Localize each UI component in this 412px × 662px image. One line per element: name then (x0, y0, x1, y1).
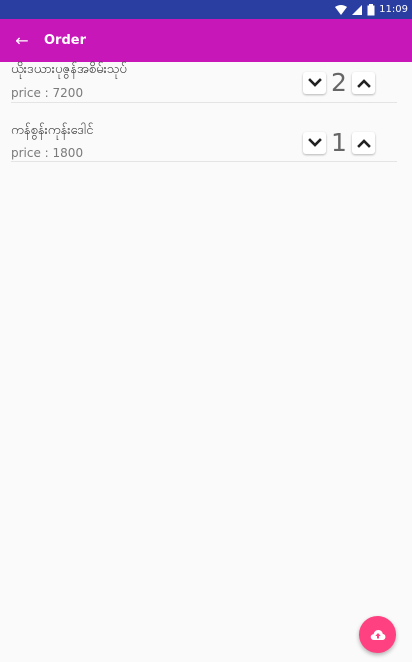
battery-icon (367, 3, 375, 16)
item-price: price : 7200 (11, 86, 84, 100)
status-icons: 11:09 (335, 0, 408, 19)
signal-icon (351, 4, 363, 16)
decrement-button[interactable] (303, 132, 326, 154)
quantity-stepper: 1 (303, 130, 375, 156)
app-bar: ← Order (0, 19, 412, 62)
chevron-up-icon (356, 139, 371, 148)
status-bar: 11:09 (0, 0, 412, 19)
chevron-down-icon (307, 78, 322, 87)
wifi-icon (335, 4, 348, 16)
quantity-stepper: 2 (303, 70, 375, 96)
order-item: ယိုးဒယားပုဇွန်အစိမ်းသုပ် price : 7200 2 (0, 62, 412, 103)
item-price: price : 1800 (11, 146, 84, 160)
divider (11, 102, 397, 103)
item-name: ကန်စွန်းကုန်းဒေါင် (11, 123, 94, 138)
quantity-value: 1 (331, 128, 347, 157)
page-title: Order (44, 33, 86, 48)
back-arrow-icon: ← (15, 30, 29, 50)
divider (11, 161, 397, 162)
status-time: 11:09 (379, 4, 408, 15)
increment-button[interactable] (352, 72, 375, 94)
back-button[interactable]: ← (0, 19, 44, 62)
chevron-down-icon (307, 138, 322, 147)
quantity-value: 2 (331, 68, 347, 97)
chevron-up-icon (356, 79, 371, 88)
increment-button[interactable] (352, 132, 375, 154)
upload-fab-button[interactable] (359, 616, 396, 653)
order-item: ကန်စွန်းကုန်းဒေါင် price : 1800 1 (0, 122, 412, 162)
cloud-upload-icon (370, 629, 385, 640)
item-name: ယိုးဒယားပုဇွန်အစိမ်းသုပ် (11, 62, 127, 77)
decrement-button[interactable] (303, 72, 326, 94)
